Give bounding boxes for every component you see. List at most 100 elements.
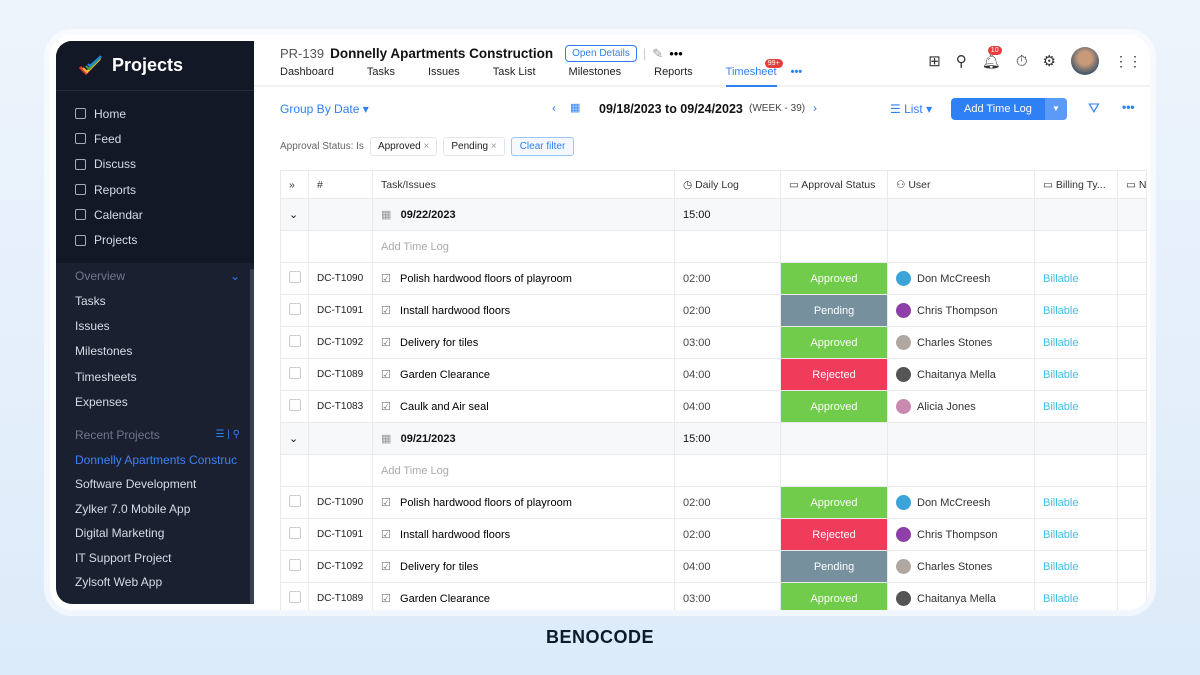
table-row[interactable]: DC-T1092 ☑ Delivery for tiles 03:00 Approve… bbox=[280, 326, 1147, 359]
task-cell[interactable]: ☑ Polish hardwood floors of playroom bbox=[372, 262, 675, 295]
brand[interactable]: Projects bbox=[56, 41, 254, 91]
collapse-all-icon[interactable]: » bbox=[280, 170, 309, 199]
task-cell[interactable]: ☑ Polish hardwood floors of playroom bbox=[372, 486, 675, 519]
daily-log[interactable]: 04:00 bbox=[674, 390, 781, 423]
calendar-icon[interactable]: ▦ bbox=[570, 101, 580, 114]
billing-type[interactable]: Billable bbox=[1034, 262, 1118, 295]
filter-settings-icon[interactable]: ☰ bbox=[216, 429, 225, 440]
billing-type[interactable]: Billable bbox=[1034, 582, 1118, 610]
tab-tasks[interactable]: Tasks bbox=[367, 66, 395, 87]
sidebar-item-reports[interactable]: Reports bbox=[56, 177, 254, 202]
filter-chip-pending[interactable]: Pending × bbox=[443, 137, 505, 156]
row-checkbox[interactable] bbox=[280, 262, 309, 295]
tab-timesheet[interactable]: Timesheet 99+ bbox=[725, 59, 783, 87]
billing-type[interactable]: Billable bbox=[1034, 358, 1118, 391]
checkbox[interactable] bbox=[289, 303, 301, 315]
task-cell[interactable]: ☑ Caulk and Air seal bbox=[372, 390, 675, 423]
approval-status-badge[interactable]: Approved bbox=[780, 326, 888, 359]
row-checkbox[interactable] bbox=[280, 294, 309, 327]
billing-type[interactable]: Billable bbox=[1034, 326, 1118, 359]
sidebar-item-expenses[interactable]: Expenses bbox=[56, 389, 254, 414]
chevron-down-icon[interactable]: ⌄ bbox=[280, 422, 309, 455]
recent-project-item[interactable]: IT Support Project bbox=[56, 545, 254, 570]
task-cell[interactable]: ☑ Delivery for tiles bbox=[372, 550, 675, 583]
user-avatar[interactable] bbox=[1071, 47, 1099, 75]
recent-project-item[interactable]: Donnelly Apartments Construc bbox=[56, 447, 254, 472]
checkbox[interactable] bbox=[289, 399, 301, 411]
apps-grid-icon[interactable]: ⋮⋮ bbox=[1114, 53, 1142, 70]
tab-milestones[interactable]: Milestones bbox=[569, 66, 622, 87]
sidebar-item-discuss[interactable]: Discuss bbox=[56, 152, 254, 177]
sidebar-item-issues[interactable]: Issues bbox=[56, 313, 254, 338]
task-cell[interactable]: ☑ Garden Clearance bbox=[372, 358, 675, 391]
open-details-button[interactable]: Open Details bbox=[565, 45, 637, 62]
sidebar-item-projects[interactable]: Projects bbox=[56, 227, 254, 252]
view-dropdown[interactable]: ☰ List ▾ bbox=[890, 102, 932, 116]
billing-type[interactable]: Billable bbox=[1034, 518, 1118, 551]
date-group-row[interactable]: ⌄ ▦ 09/21/2023 15:00 bbox=[280, 422, 1147, 455]
approval-status-badge[interactable]: Approved bbox=[780, 390, 888, 423]
checkbox[interactable] bbox=[289, 495, 301, 507]
row-checkbox[interactable] bbox=[280, 326, 309, 359]
next-week-button[interactable]: › bbox=[813, 101, 817, 115]
approval-status-badge[interactable]: Approved bbox=[780, 486, 888, 519]
row-checkbox[interactable] bbox=[280, 582, 309, 610]
settings-gear-icon[interactable]: ⚙ bbox=[1043, 52, 1056, 70]
approval-status-badge[interactable]: Approved bbox=[780, 582, 888, 610]
prev-week-button[interactable]: ‹ bbox=[552, 101, 556, 115]
filter-icon[interactable]: ⛛ bbox=[1088, 100, 1100, 117]
sidebar-item-feed[interactable]: Feed bbox=[56, 126, 254, 151]
row-checkbox[interactable] bbox=[280, 518, 309, 551]
filter-chip-approved[interactable]: Approved × bbox=[369, 137, 438, 156]
recent-project-item[interactable]: Digital Marketing bbox=[56, 521, 254, 546]
edit-icon[interactable]: ✎ bbox=[652, 46, 663, 62]
checkbox[interactable] bbox=[289, 559, 301, 571]
recent-project-item[interactable]: Zylker 7.0 Mobile App bbox=[56, 496, 254, 521]
approval-status-badge[interactable]: Pending bbox=[780, 294, 888, 327]
task-cell[interactable]: ☑ Garden Clearance bbox=[372, 582, 675, 610]
add-icon[interactable]: ⊞ bbox=[928, 52, 941, 70]
tab-issues[interactable]: Issues bbox=[428, 66, 460, 87]
more-options-icon[interactable]: ••• bbox=[1122, 100, 1135, 114]
sidebar-item-tasks[interactable]: Tasks bbox=[56, 288, 254, 313]
row-checkbox[interactable] bbox=[280, 550, 309, 583]
date-group-row[interactable]: ⌄ ▦ 09/22/2023 15:00 bbox=[280, 198, 1147, 231]
checkbox[interactable] bbox=[289, 591, 301, 603]
table-row[interactable]: DC-T1090 ☑ Polish hardwood floors of play… bbox=[280, 486, 1147, 519]
task-cell[interactable]: ☑ Delivery for tiles bbox=[372, 326, 675, 359]
tab-task-list[interactable]: Task List bbox=[493, 66, 536, 87]
chevron-down-icon[interactable]: ⌄ bbox=[280, 198, 309, 231]
sidebar-item-home[interactable]: Home bbox=[56, 101, 254, 126]
billing-type[interactable]: Billable bbox=[1034, 294, 1118, 327]
more-icon[interactable]: ••• bbox=[669, 46, 683, 61]
daily-log[interactable]: 02:00 bbox=[674, 262, 781, 295]
approval-status-badge[interactable]: Approved bbox=[780, 262, 888, 295]
checkbox[interactable] bbox=[289, 527, 301, 539]
table-row[interactable]: DC-T1090 ☑ Polish hardwood floors of play… bbox=[280, 262, 1147, 295]
overview-header[interactable]: Overview ⌄ bbox=[56, 263, 254, 288]
row-checkbox[interactable] bbox=[280, 358, 309, 391]
search-icon[interactable]: ⚲ bbox=[956, 52, 967, 70]
checkbox[interactable] bbox=[289, 367, 301, 379]
sidebar-item-timesheets[interactable]: Timesheets bbox=[56, 364, 254, 389]
daily-log[interactable]: 03:00 bbox=[674, 326, 781, 359]
tab-dashboard[interactable]: Dashboard bbox=[280, 66, 334, 87]
task-cell[interactable]: ☑ Install hardwood floors bbox=[372, 518, 675, 551]
row-checkbox[interactable] bbox=[280, 390, 309, 423]
checkbox[interactable] bbox=[289, 271, 301, 283]
daily-log[interactable]: 02:00 bbox=[674, 486, 781, 519]
tab-reports[interactable]: Reports bbox=[654, 66, 693, 87]
table-row[interactable]: DC-T1092 ☑ Delivery for tiles 04:00 Pending… bbox=[280, 550, 1147, 583]
approval-status-badge[interactable]: Rejected bbox=[780, 358, 888, 391]
clear-filter-button[interactable]: Clear filter bbox=[510, 137, 575, 156]
approval-status-badge[interactable]: Rejected bbox=[780, 518, 888, 551]
daily-log[interactable]: 02:00 bbox=[674, 518, 781, 551]
chevron-down-icon[interactable]: ▼ bbox=[1045, 98, 1067, 120]
add-time-log-link[interactable]: Add Time Log bbox=[372, 454, 675, 487]
table-row[interactable]: DC-T1091 ☑ Install hardwood floors 02:00 Re… bbox=[280, 518, 1147, 551]
table-row[interactable]: DC-T1089 ☑ Garden Clearance 03:00 Approved C… bbox=[280, 582, 1147, 610]
timer-icon[interactable]: ⏱︎ bbox=[1016, 53, 1028, 70]
notification-bell-icon[interactable]: 🔔︎ 10 bbox=[982, 46, 1002, 70]
recent-project-item[interactable]: Zylsoft Web App bbox=[56, 570, 254, 595]
daily-log[interactable]: 04:00 bbox=[674, 550, 781, 583]
